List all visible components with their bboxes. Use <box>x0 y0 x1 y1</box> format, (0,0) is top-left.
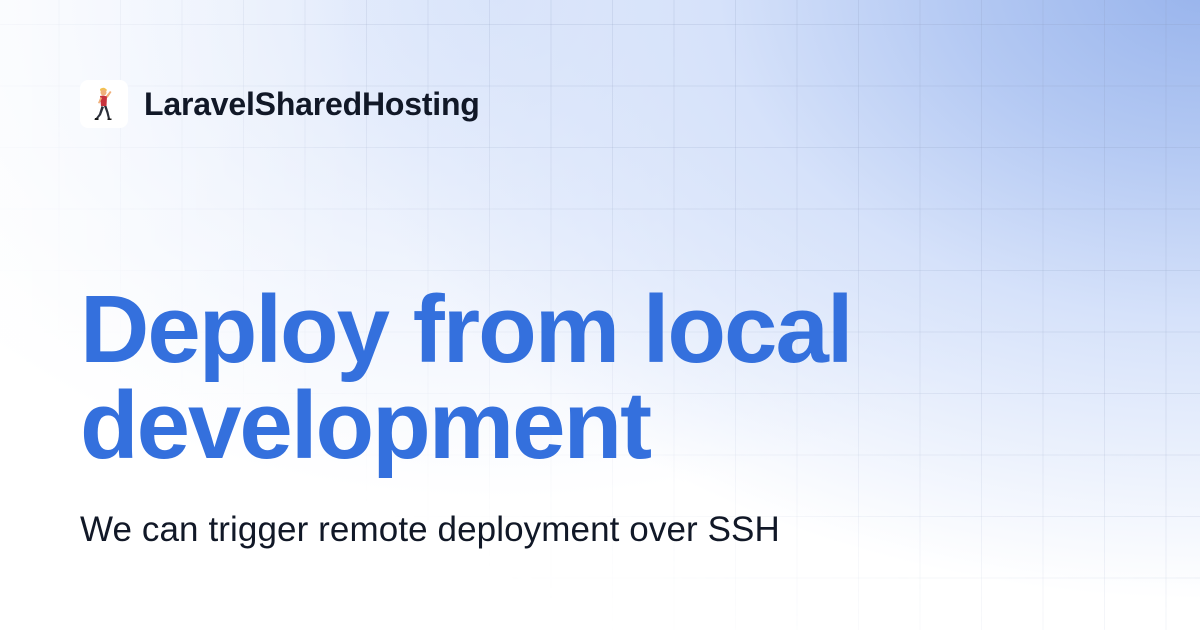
headline-line-2: development <box>80 372 652 479</box>
headline-line-1: Deploy from local <box>80 276 854 383</box>
brand-name: LaravelSharedHosting <box>144 85 480 122</box>
brand-header: LaravelSharedHosting <box>80 80 480 128</box>
page-title: Deploy from local development <box>80 282 1080 474</box>
brand-logo <box>80 80 128 128</box>
social-card: LaravelSharedHosting Deploy from local d… <box>0 0 1200 630</box>
subtitle: We can trigger remote deployment over SS… <box>80 510 780 549</box>
person-walking-icon <box>94 87 112 120</box>
